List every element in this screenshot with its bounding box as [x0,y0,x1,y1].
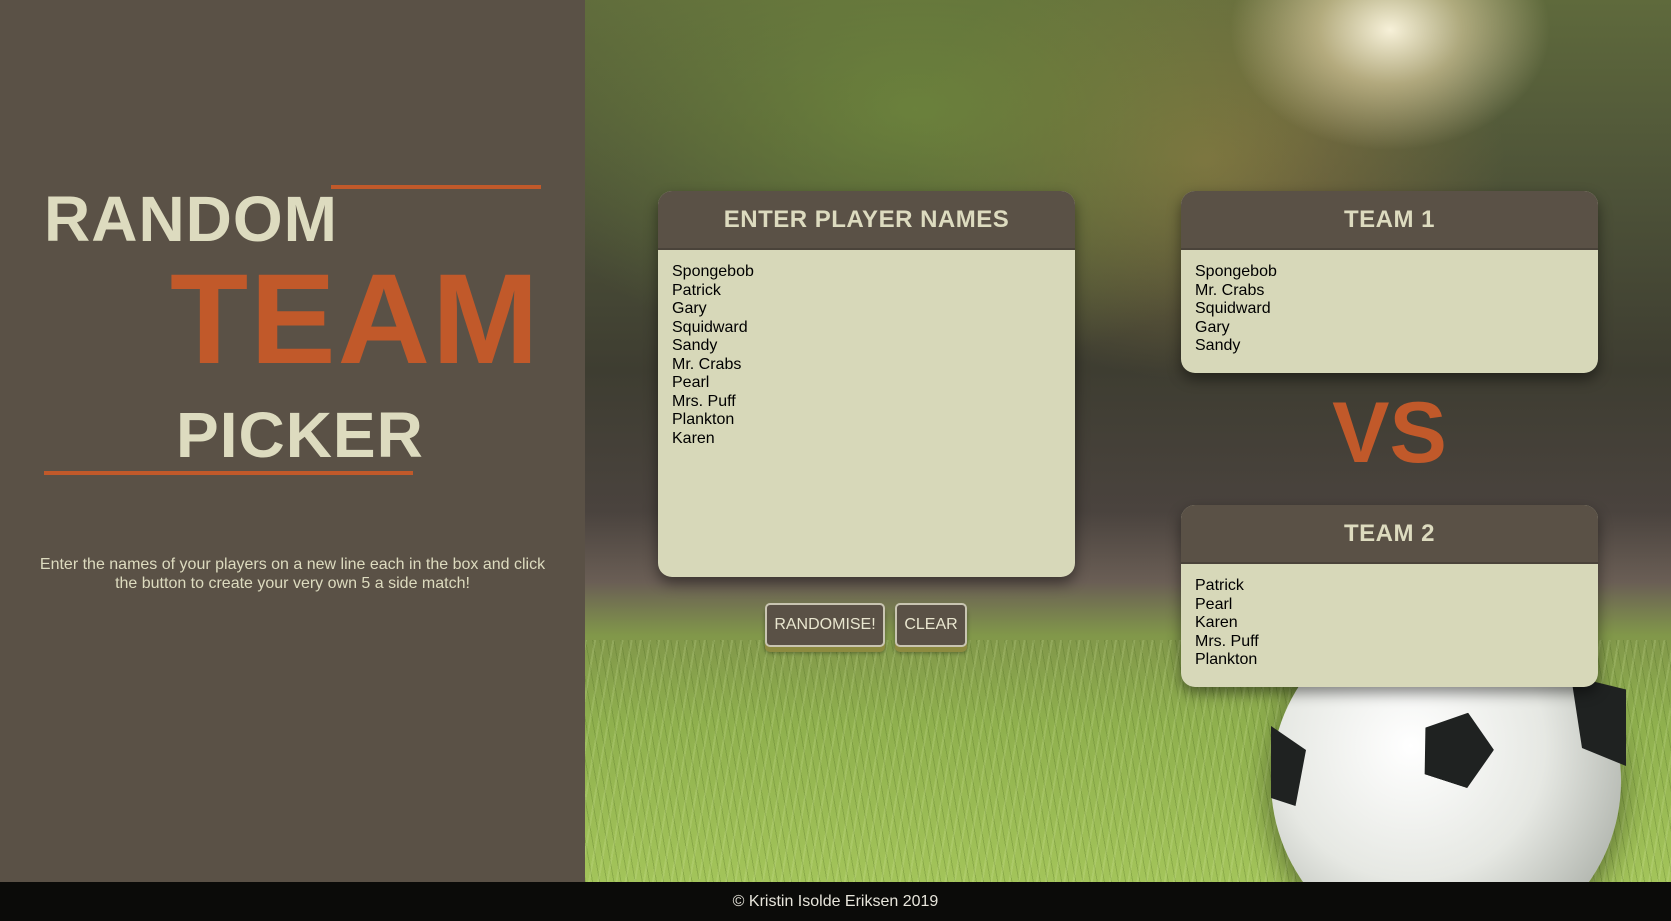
player-name-line: Spongebob [672,263,754,280]
team-1-player: Sandy [1195,337,1241,354]
player-name-line: Mrs. Puff [672,392,736,410]
title-team: TEAM [170,248,541,391]
team-1-panel: TEAM 1 Spongebob Mr. Crabs Squidward Gar… [1181,191,1598,373]
title-divider-top [331,185,541,189]
sidebar: RANDOM TEAM PICKER Enter the names of yo… [0,0,585,882]
ball-patch [1571,676,1626,766]
intro-text: Enter the names of your players on a new… [39,556,546,592]
versus-label: VS [1332,385,1447,481]
title-picker: PICKER [176,399,424,471]
team-2-player: Mrs. Puff [1195,632,1259,650]
team-2-heading: TEAM 2 [1181,505,1598,564]
player-name-line: Sandy [672,337,718,354]
team-2-player: Plankton [1195,651,1258,668]
team-2-player: Pearl [1195,595,1233,613]
player-names-heading: ENTER PLAYER NAMES [658,191,1075,250]
team-2-player: Patrick [1195,577,1244,594]
player-names-textarea[interactable]: Spongebob Patrick Gary Squidward Sandy Mr. Cr… [658,250,1075,577]
randomise-button[interactable]: RANDOMISE! [765,603,885,647]
team-2-list: Patrick Pearl Karen Mrs. Puff Plankton [1181,564,1598,683]
player-names-panel: ENTER PLAYER NAMES Spongebob Patrick Gary S… [658,191,1075,577]
player-name-line: Plankton [672,411,735,428]
team-1-list: Spongebob Mr. Crabs Squidward Gary Sandy [1181,250,1598,369]
player-name-line: Patrick [672,281,721,299]
team-1-player: Spongebob [1195,263,1277,280]
player-name-line: Mr. Crabs [672,355,742,373]
ball-patch [1271,726,1306,806]
team-1-player: Mr. Crabs [1195,281,1265,299]
player-name-line: Gary [672,300,707,317]
player-name-line: Pearl [672,374,710,391]
team-1-heading: TEAM 1 [1181,191,1598,250]
team-1-player: Gary [1195,318,1230,336]
ball-patch [1412,702,1503,793]
footer: © Kristin Isolde Eriksen 2019 [0,882,1671,921]
clear-button[interactable]: CLEAR [895,603,967,647]
team-2-player: Karen [1195,614,1238,631]
title-divider-bottom [44,471,413,475]
team-2-panel: TEAM 2 Patrick Pearl Karen Mrs. Puff Pla… [1181,505,1598,687]
player-name-line: Squidward [672,318,748,336]
title-random: RANDOM [44,183,338,255]
player-name-line: Karen [672,429,715,447]
copyright-text: © Kristin Isolde Eriksen 2019 [732,892,939,910]
team-1-player: Squidward [1195,300,1271,317]
